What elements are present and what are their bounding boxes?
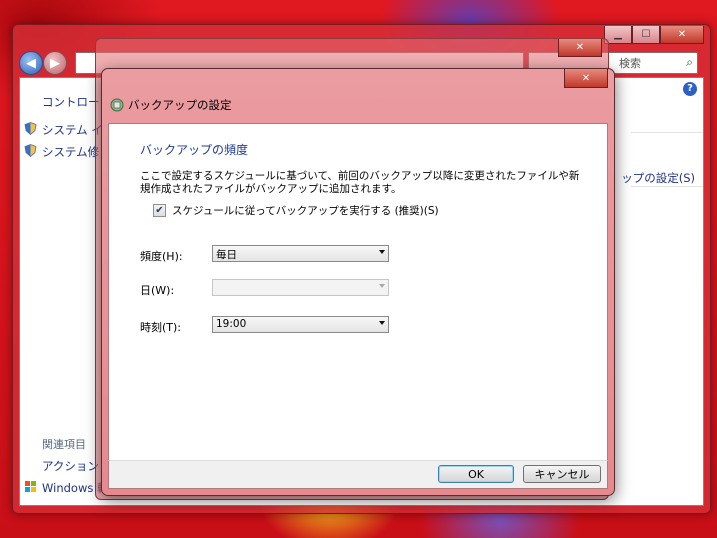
description-text: ここで設定するスケジュールに基づいて、前回のバックアップ以降に変更されたファイル… <box>140 170 580 195</box>
sidebar-item-system-2[interactable]: システム修 <box>42 144 99 160</box>
related-item-action[interactable]: アクション <box>42 458 99 474</box>
frequency-value: 毎日 <box>216 249 237 261</box>
ghost-close-button[interactable]: ✕ <box>558 39 602 57</box>
search-placeholder: 検索 <box>619 57 641 70</box>
checkmark-icon: ✔ <box>155 205 164 216</box>
maximize-icon: ☐ <box>641 29 651 40</box>
ok-button[interactable]: OK <box>438 465 514 483</box>
backup-settings-dialog: ✕ バックアップの設定 バックアップの頻度 ここで設定するスケジュールに基づいて… <box>101 68 615 496</box>
backup-settings-link[interactable]: ップの設定(S) <box>621 170 695 186</box>
dropdown-arrow-icon <box>379 250 385 254</box>
time-value: 19:00 <box>216 318 247 330</box>
shield-icon <box>24 122 37 135</box>
divider <box>631 186 703 187</box>
dialog-title: バックアップの設定 <box>128 98 232 112</box>
sidebar-home-link[interactable]: コントロー <box>42 94 100 110</box>
close-button[interactable]: ✕ <box>660 26 704 44</box>
dropdown-arrow-icon <box>379 284 385 288</box>
time-dropdown[interactable]: 19:00 <box>212 316 389 333</box>
back-button[interactable]: ◀ <box>19 51 43 75</box>
dialog-titlebar: バックアップの設定 <box>110 97 232 113</box>
back-arrow-icon: ◀ <box>26 55 36 71</box>
close-icon: ✕ <box>575 42 585 53</box>
schedule-checkbox-label[interactable]: スケジュールに従ってバックアップを実行する (推奨)(S) <box>172 203 439 218</box>
day-dropdown[interactable] <box>212 279 389 296</box>
dialog-content: バックアップの頻度 ここで設定するスケジュールに基づいて、前回のバックアップ以降… <box>108 123 608 461</box>
maximize-button[interactable]: ☐ <box>632 26 660 44</box>
frequency-dropdown[interactable]: 毎日 <box>212 245 389 262</box>
dialog-footer: OK キャンセル <box>108 460 608 489</box>
schedule-checkbox-row[interactable]: ✔ スケジュールに従ってバックアップを実行する (推奨)(S) <box>153 203 439 218</box>
close-icon: ✕ <box>581 72 591 84</box>
related-header: 関連項目 <box>42 438 86 451</box>
dialog-close-button[interactable]: ✕ <box>564 69 608 88</box>
cancel-button[interactable]: キャンセル <box>523 465 601 483</box>
section-heading: バックアップの頻度 <box>140 143 249 157</box>
day-label: 日(W): <box>140 284 175 297</box>
backup-icon <box>110 98 124 112</box>
frequency-label: 頻度(H): <box>140 250 183 263</box>
minimize-icon: ▁ <box>614 29 622 40</box>
forward-arrow-icon: ▶ <box>50 55 60 71</box>
close-icon: ✕ <box>677 29 687 40</box>
windows-flag-icon <box>25 481 36 492</box>
time-label: 時刻(T): <box>140 321 182 334</box>
search-icon[interactable]: ⌕ <box>686 55 693 70</box>
shield-icon <box>24 144 37 157</box>
sidebar-item-system-1[interactable]: システム イ <box>42 122 103 138</box>
schedule-checkbox[interactable]: ✔ <box>153 204 166 217</box>
dropdown-arrow-icon <box>379 321 385 325</box>
forward-button[interactable]: ▶ <box>43 51 67 75</box>
help-icon[interactable]: ? <box>683 82 697 96</box>
divider <box>631 132 703 133</box>
window-caption-buttons: ▁ ☐ ✕ <box>604 26 704 44</box>
